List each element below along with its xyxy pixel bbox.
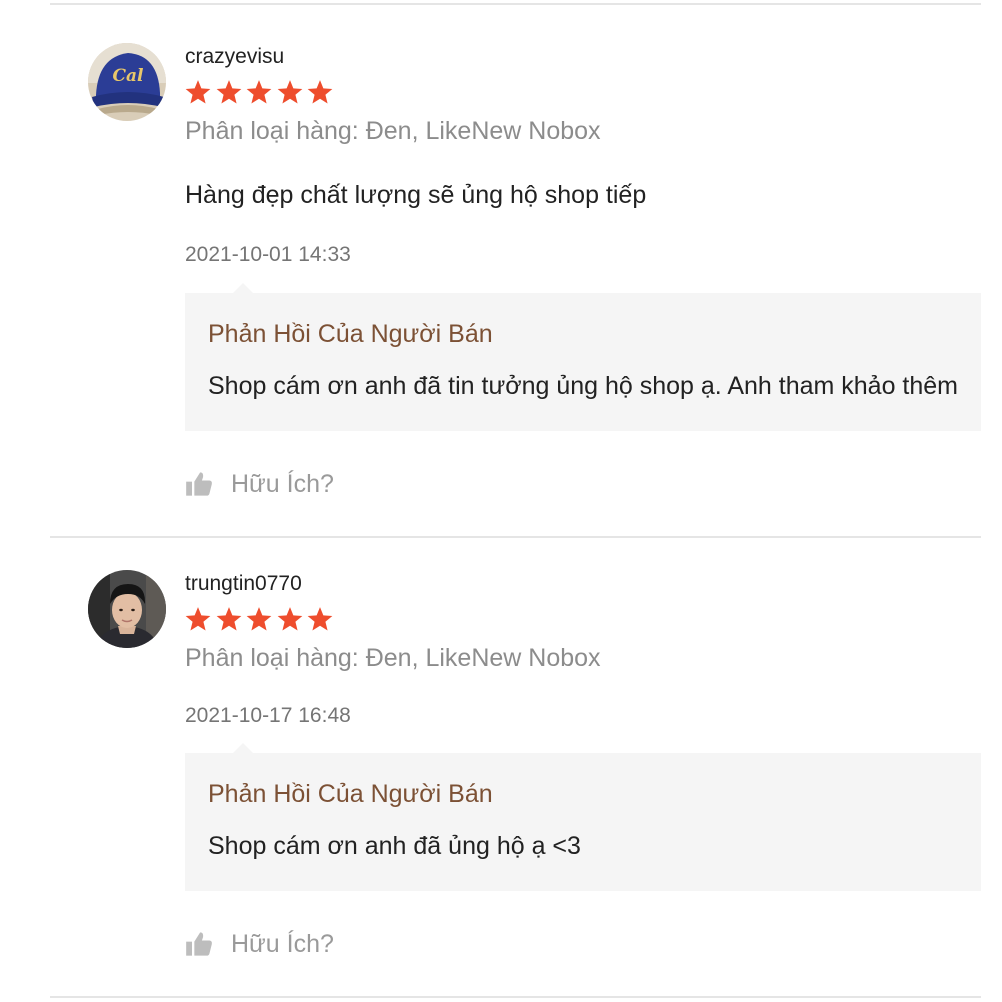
review-timestamp: 2021-10-01 14:33 xyxy=(185,243,351,266)
seller-reply: Phản Hồi Của Người Bán Shop cám ơn anh đ… xyxy=(185,293,981,431)
user-avatar[interactable]: Cal xyxy=(88,43,166,121)
cap-avatar-icon: Cal xyxy=(88,43,166,121)
star-icon xyxy=(277,80,302,104)
helpful-button[interactable]: Hữu Ích? xyxy=(185,468,334,500)
review-username: trungtin0770 xyxy=(185,572,302,595)
review-username: crazyevisu xyxy=(185,45,285,68)
seller-reply-title: Phản Hồi Của Người Bán xyxy=(208,320,493,348)
helpful-label: Hữu Ích? xyxy=(231,470,334,498)
person-avatar-icon xyxy=(88,570,166,648)
product-variant: Phân loại hàng: Đen, LikeNew Nobox xyxy=(185,117,601,145)
review-divider xyxy=(50,996,981,998)
seller-reply-text: Shop cám ơn anh đã tin tưởng ủng hộ shop… xyxy=(208,372,959,400)
star-icon xyxy=(246,80,272,104)
review-item: Cal crazyevisu Phân loại hàng: Đen, Like… xyxy=(88,43,981,513)
helpful-label: Hữu Ích? xyxy=(231,930,334,958)
review-divider xyxy=(50,3,981,5)
reply-caret xyxy=(233,283,253,293)
star-icon xyxy=(307,80,333,104)
review-item: trungtin0770 Phân loại hàng: Đen, LikeNe… xyxy=(88,570,981,990)
product-variant: Phân loại hàng: Đen, LikeNew Nobox xyxy=(185,644,601,672)
seller-reply: Phản Hồi Của Người Bán Shop cám ơn anh đ… xyxy=(185,753,981,891)
rating-stars xyxy=(185,79,338,107)
star-icon xyxy=(246,607,272,631)
thumbs-up-icon xyxy=(186,472,212,496)
svg-text:Cal: Cal xyxy=(112,66,144,86)
thumbs-up-icon xyxy=(186,932,212,956)
review-comment: Hàng đẹp chất lượng sẽ ủng hộ shop tiếp xyxy=(185,181,647,209)
helpful-button[interactable]: Hữu Ích? xyxy=(185,928,334,960)
star-icon xyxy=(216,80,241,104)
review-timestamp: 2021-10-17 16:48 xyxy=(185,704,351,727)
star-icon xyxy=(216,607,241,631)
star-icon xyxy=(277,607,302,631)
rating-stars xyxy=(185,606,338,634)
review-divider xyxy=(50,536,981,538)
star-icon xyxy=(185,80,211,104)
star-icon xyxy=(307,607,333,631)
user-avatar[interactable] xyxy=(88,570,166,648)
seller-reply-text: Shop cám ơn anh đã ủng hộ ạ <3 xyxy=(208,832,581,860)
star-icon xyxy=(185,607,211,631)
reply-caret xyxy=(233,743,253,753)
seller-reply-title: Phản Hồi Của Người Bán xyxy=(208,780,493,808)
